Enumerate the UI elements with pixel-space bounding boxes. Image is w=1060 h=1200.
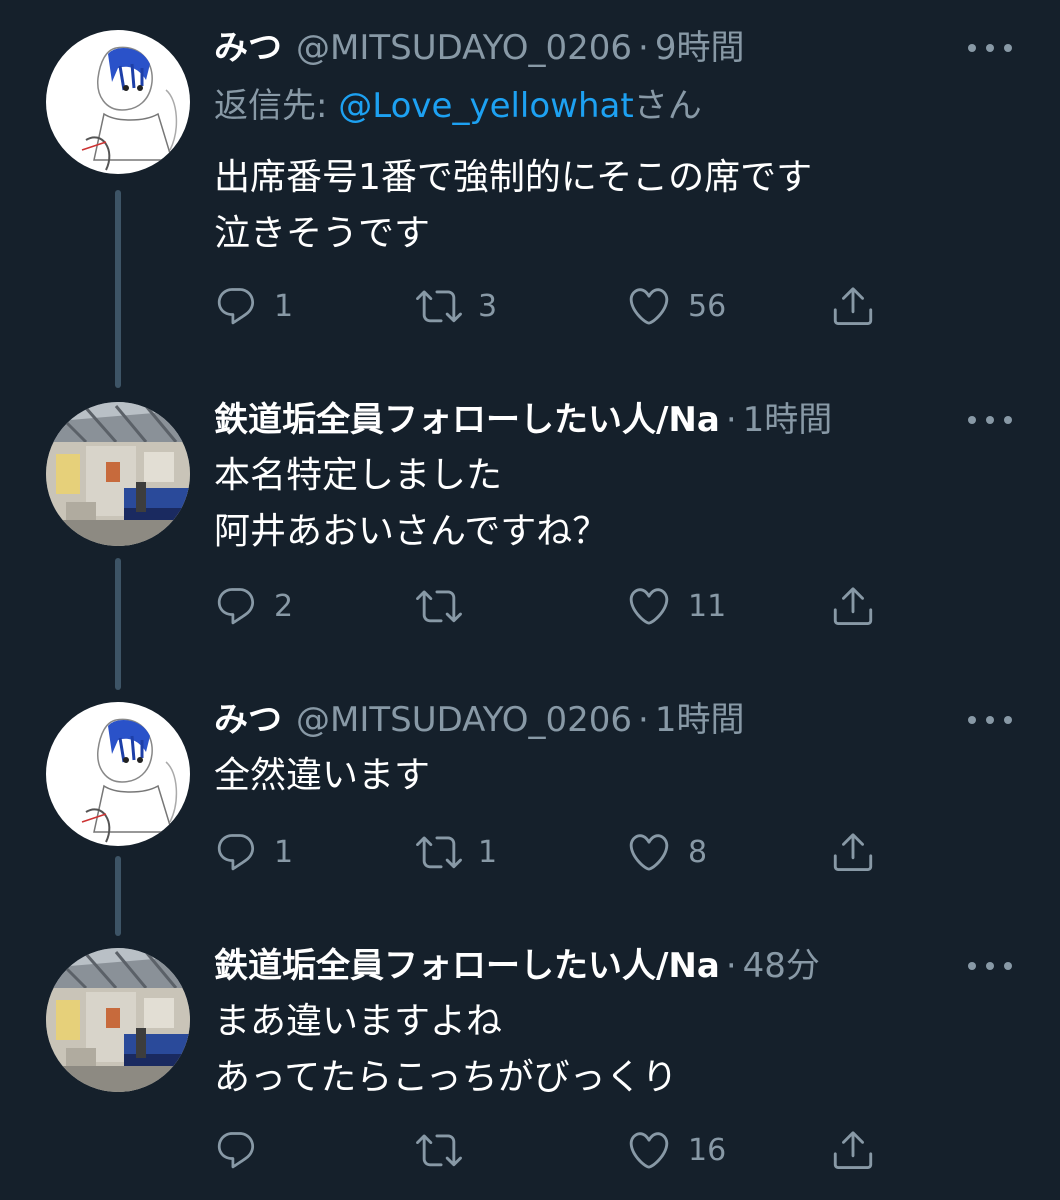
tweet-text-line: 阿井あおいさんですね？	[214, 511, 609, 552]
heart-icon	[629, 834, 669, 871]
reply-button[interactable]: 2	[214, 582, 293, 630]
thread-timeline: みつ @MITSUDAYO_0206 · 9時間 返信先: @Love_yell…	[0, 0, 1060, 1200]
tweet-text-line: 泣きそうです	[214, 213, 431, 254]
separator-dot: ·	[638, 700, 649, 740]
tweet-header: 鉄道垢全員フォローしたい人/Na · 1時間	[214, 392, 832, 448]
reply-count: 1	[274, 288, 294, 324]
tweet[interactable]: 鉄道垢全員フォローしたい人/Na · 1時間 本名特定しました 阿井あおいさんで…	[0, 392, 1060, 652]
tweet-actions: 1 1 8	[214, 828, 914, 876]
like-button[interactable]: 11	[626, 582, 726, 630]
share-icon	[833, 287, 873, 326]
separator-dot: ·	[638, 28, 649, 68]
reply-mention-link[interactable]: @Love_yellowhat	[338, 86, 633, 126]
avatar[interactable]	[46, 402, 190, 546]
reply-icon	[217, 288, 255, 325]
like-count: 56	[688, 288, 727, 324]
retweet-button[interactable]	[416, 582, 478, 630]
tweet-header: 鉄道垢全員フォローしたい人/Na · 48分	[214, 938, 820, 994]
tweet-text: 全然違います	[214, 748, 430, 804]
tweet-text: 本名特定しました 阿井あおいさんですね？	[214, 448, 608, 560]
reply-to-suffix: さん	[633, 86, 702, 126]
heart-icon	[629, 588, 669, 625]
share-icon	[833, 587, 873, 626]
like-count: 8	[688, 834, 708, 870]
more-icon[interactable]	[968, 706, 1012, 734]
reply-icon	[217, 1132, 255, 1169]
reply-icon	[217, 588, 255, 625]
username[interactable]: @MITSUDAYO_0206	[296, 20, 632, 76]
heart-icon	[629, 288, 669, 325]
tweet-text: 出席番号1番で強制的にそこの席です 泣きそうです	[214, 150, 812, 262]
like-count: 11	[688, 588, 727, 624]
separator-dot: ·	[725, 400, 737, 440]
like-button[interactable]: 8	[626, 828, 707, 876]
tweet-header: みつ @MITSUDAYO_0206 · 1時間	[214, 692, 744, 748]
tweet-actions: 1 3 56	[214, 282, 914, 330]
tweet[interactable]: みつ @MITSUDAYO_0206 · 9時間 返信先: @Love_yell…	[0, 20, 1060, 350]
share-button[interactable]	[830, 282, 876, 330]
share-icon	[833, 833, 873, 872]
reply-button[interactable]: 1	[214, 282, 293, 330]
retweet-icon	[416, 290, 462, 323]
display-name[interactable]: 鉄道垢全員フォローしたい人/Na	[214, 938, 720, 994]
reply-to-line: 返信先: @Love_yellowhatさん	[214, 78, 702, 134]
share-button[interactable]	[830, 582, 876, 630]
tweet-actions: 2 11	[214, 582, 914, 630]
share-icon	[833, 1131, 873, 1170]
tweet[interactable]: 鉄道垢全員フォローしたい人/Na · 48分 まあ違いますよね あってたらこっち…	[0, 938, 1060, 1200]
more-icon[interactable]	[968, 34, 1012, 62]
display-name[interactable]: みつ	[214, 20, 282, 76]
tweet-text-line: まあ違いますよね	[214, 1001, 503, 1042]
retweet-icon	[416, 590, 462, 623]
avatar[interactable]	[46, 948, 190, 1092]
like-button[interactable]: 16	[626, 1126, 726, 1174]
retweet-button[interactable]: 1	[416, 828, 497, 876]
timestamp[interactable]: 1時間	[743, 392, 833, 448]
retweet-button[interactable]: 3	[416, 282, 497, 330]
display-name[interactable]: 鉄道垢全員フォローしたい人/Na	[214, 392, 720, 448]
avatar[interactable]	[46, 30, 190, 174]
reply-count: 1	[274, 834, 294, 870]
timestamp[interactable]: 48分	[743, 938, 820, 994]
reply-button[interactable]: 1	[214, 828, 293, 876]
timestamp[interactable]: 9時間	[655, 20, 745, 76]
retweet-button[interactable]	[416, 1126, 478, 1174]
retweet-count: 3	[478, 288, 498, 324]
tweet-text-line: 本名特定しました	[214, 455, 503, 496]
share-button[interactable]	[830, 828, 876, 876]
separator-dot: ·	[725, 946, 737, 986]
more-icon[interactable]	[968, 952, 1012, 980]
tweet[interactable]: みつ @MITSUDAYO_0206 · 1時間 全然違います 1 1 8	[0, 692, 1060, 902]
reply-button[interactable]	[214, 1126, 274, 1174]
retweet-count: 1	[478, 834, 498, 870]
avatar[interactable]	[46, 702, 190, 846]
reply-to-label: 返信先:	[214, 86, 339, 126]
tweet-actions: 16	[214, 1126, 914, 1174]
tweet-text-line: 出席番号1番で強制的にそこの席です	[214, 157, 813, 198]
like-count: 16	[688, 1132, 727, 1168]
tweet-text-line: 全然違います	[214, 755, 431, 796]
more-icon[interactable]	[968, 406, 1012, 434]
retweet-icon	[416, 1134, 462, 1167]
retweet-icon	[416, 836, 462, 869]
tweet-text-line: あってたらこっちがびっくり	[214, 1057, 678, 1098]
heart-icon	[629, 1132, 669, 1169]
display-name[interactable]: みつ	[214, 692, 282, 748]
like-button[interactable]: 56	[626, 282, 726, 330]
share-button[interactable]	[830, 1126, 876, 1174]
tweet-header: みつ @MITSUDAYO_0206 · 9時間	[214, 20, 744, 76]
timestamp[interactable]: 1時間	[655, 692, 745, 748]
reply-count: 2	[274, 588, 294, 624]
reply-icon	[217, 834, 255, 871]
username[interactable]: @MITSUDAYO_0206	[296, 692, 632, 748]
tweet-text: まあ違いますよね あってたらこっちがびっくり	[214, 994, 678, 1106]
